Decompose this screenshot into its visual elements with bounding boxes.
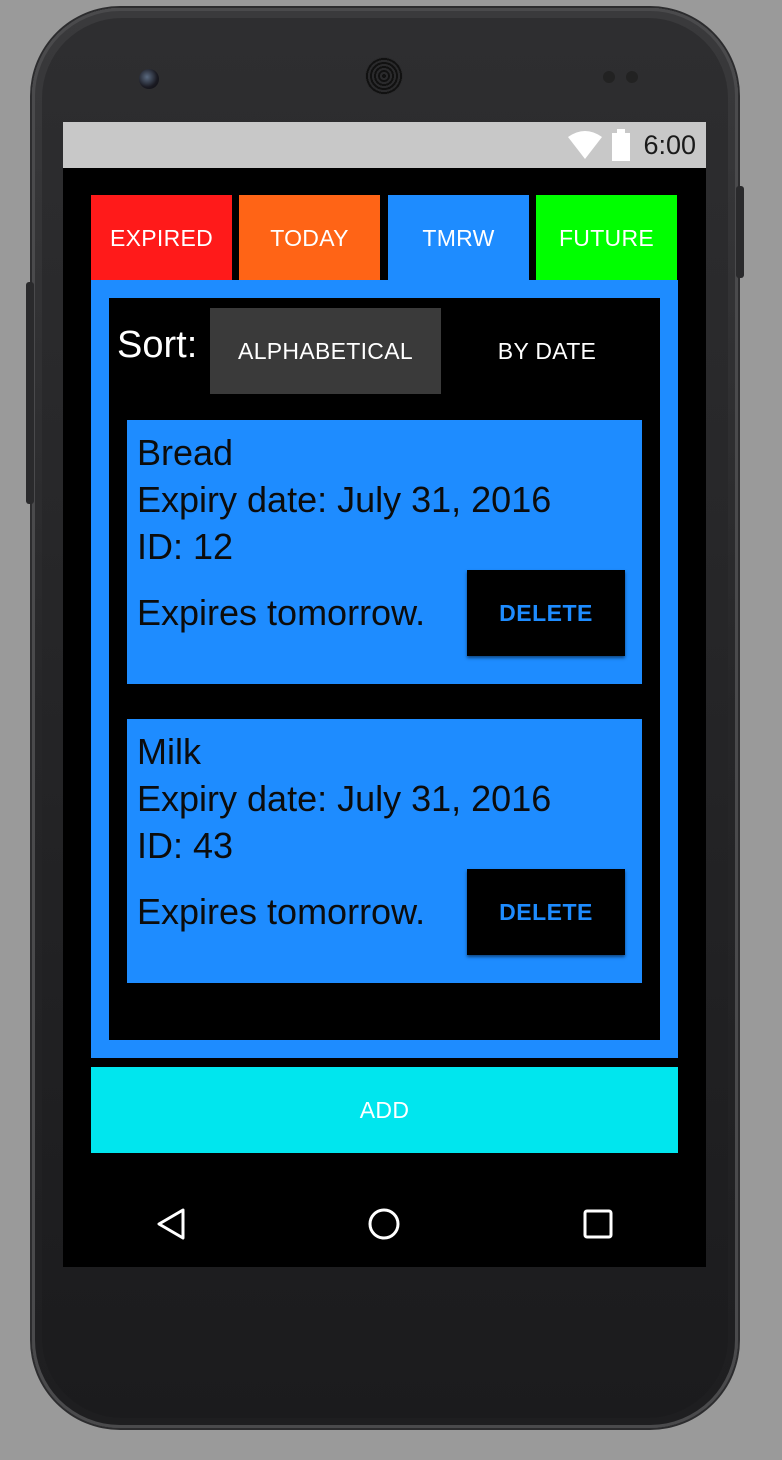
home-icon[interactable] — [366, 1206, 402, 1242]
delete-button[interactable]: DELETE — [467, 869, 625, 955]
item-status: Expires tomorrow. — [137, 891, 426, 932]
item-id: ID: 43 — [137, 825, 234, 866]
list-item: Milk Expiry date: July 31, 2016 ID: 43 E… — [127, 719, 642, 983]
tab-bar: EXPIRED TODAY TMRW FUTURE — [91, 195, 678, 281]
tab-today[interactable]: TODAY — [239, 195, 380, 281]
tab-content-panel: Sort: ALPHABETICAL BY DATE Bread Expiry … — [91, 280, 678, 1058]
tab-tmrw[interactable]: TMRW — [388, 195, 529, 281]
wifi-icon — [568, 131, 602, 159]
status-bar: 6:00 — [63, 122, 706, 168]
power-button — [736, 186, 744, 278]
item-name: Bread — [137, 432, 234, 473]
status-time: 6:00 — [643, 130, 696, 160]
sort-alphabetical-button[interactable]: ALPHABETICAL — [210, 308, 441, 394]
item-expiry-date: Expiry date: July 31, 2016 — [137, 479, 552, 520]
item-expiry-date: Expiry date: July 31, 2016 — [137, 778, 552, 819]
item-status: Expires tomorrow. — [137, 592, 426, 633]
battery-icon — [612, 129, 630, 161]
item-name: Milk — [137, 731, 201, 772]
recent-apps-icon[interactable] — [580, 1206, 616, 1242]
list-item: Bread Expiry date: July 31, 2016 ID: 12 … — [127, 420, 642, 684]
add-button[interactable]: ADD — [91, 1067, 678, 1153]
front-camera — [139, 69, 159, 89]
sort-by-date-button[interactable]: BY DATE — [447, 308, 647, 394]
screen: 6:00 EXPIRED TODAY TMRW FUTURE Sort: ALP… — [63, 122, 706, 1267]
delete-button[interactable]: DELETE — [467, 570, 625, 656]
tab-expired[interactable]: EXPIRED — [91, 195, 232, 281]
navigation-bar — [63, 1178, 706, 1267]
light-sensor — [626, 71, 638, 83]
volume-button — [26, 282, 34, 504]
proximity-sensor — [603, 71, 615, 83]
sort-label: Sort: — [117, 324, 198, 366]
item-id: ID: 12 — [137, 526, 234, 567]
tab-future[interactable]: FUTURE — [536, 195, 677, 281]
item-list-container: Sort: ALPHABETICAL BY DATE Bread Expiry … — [109, 298, 660, 1040]
back-icon[interactable] — [153, 1206, 189, 1242]
earpiece-speaker — [365, 57, 403, 95]
